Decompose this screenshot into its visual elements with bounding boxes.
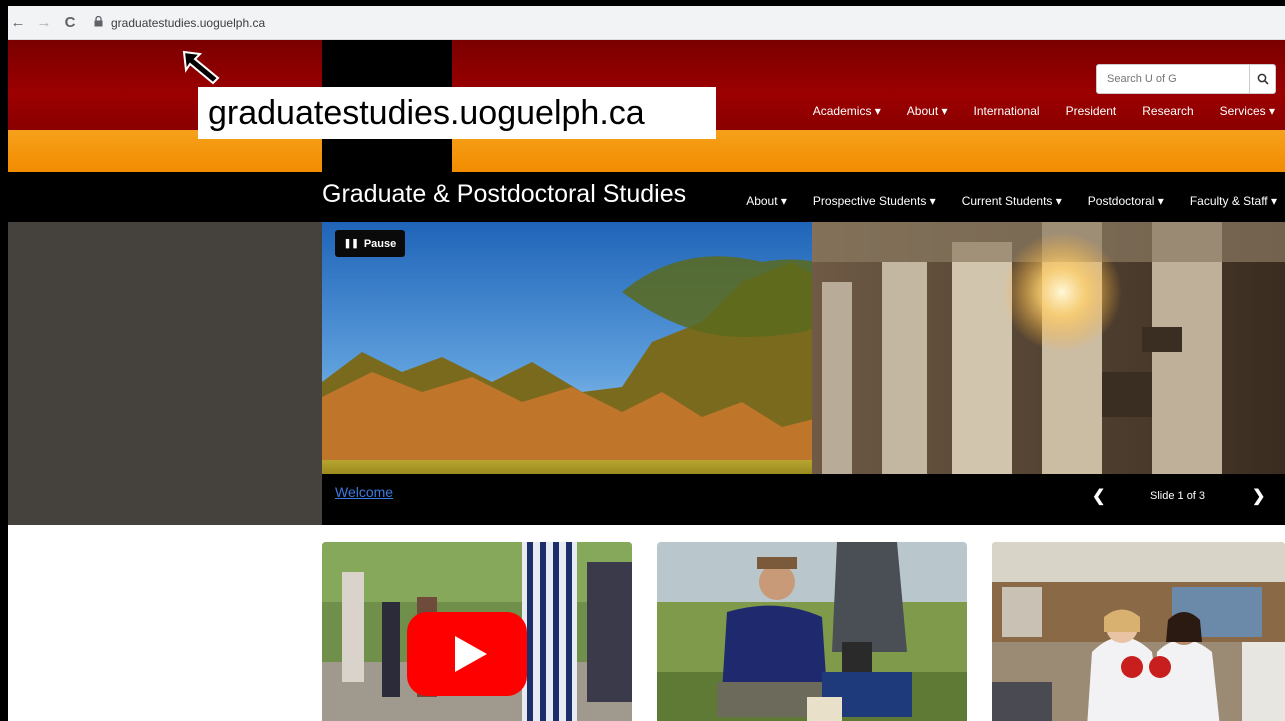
youtube-play-icon[interactable] [407,612,527,696]
annotation-arrow-icon [182,50,220,85]
address-bar-url[interactable]: graduatestudies.uoguelph.ca [111,16,265,30]
feature-card-lab-research[interactable] [992,542,1285,721]
carousel-next-icon[interactable]: ❯ [1252,486,1265,506]
site-nav-about[interactable]: About ▾ [746,194,787,208]
forward-icon[interactable]: → [34,14,54,31]
carousel-slide-counter: Slide 1 of 3 [1150,490,1206,502]
pause-icon: ❚❚ [343,238,359,248]
search-input[interactable] [1097,65,1249,93]
site-nav-faculty-staff[interactable]: Faculty & Staff ▾ [1190,194,1277,208]
reload-icon[interactable]: C [60,14,80,31]
pause-label: Pause [363,237,397,250]
feature-card-field-research[interactable] [657,542,967,721]
carousel-caption-bar: Welcome ❮ Slide 1 of 3 ❯ [322,474,1285,525]
nav-services[interactable]: Services ▾ [1220,104,1275,118]
magnifier-icon [1257,73,1269,85]
browser-toolbar: ← → C graduatestudies.uoguelph.ca [8,6,1285,40]
hero-side-panel [8,222,322,525]
carousel-caption-link[interactable]: Welcome [335,484,393,500]
carousel-pause-button[interactable]: ❚❚ Pause [335,230,405,257]
hero-carousel-image [322,222,1285,474]
site-nav: About ▾ Prospective Students ▾ Current S… [746,194,1277,208]
carousel-prev-icon[interactable]: ❮ [1092,486,1105,506]
nav-international[interactable]: International [974,104,1040,118]
site-nav-postdoctoral[interactable]: Postdoctoral ▾ [1088,194,1164,208]
university-nav: Academics ▾ About ▾ International Presid… [813,104,1275,118]
feature-card-video[interactable] [322,542,632,721]
nav-president[interactable]: President [1066,104,1117,118]
site-nav-current-students[interactable]: Current Students ▾ [962,194,1062,208]
search-box [1096,64,1276,94]
nav-about[interactable]: About ▾ [907,104,948,118]
back-icon[interactable]: ← [8,14,28,31]
site-title[interactable]: Graduate & Postdoctoral Studies [322,180,686,209]
browser-window: ← → C graduatestudies.uoguelph.ca Academ… [0,0,1285,721]
nav-research[interactable]: Research [1142,104,1193,118]
site-nav-prospective-students[interactable]: Prospective Students ▾ [813,194,936,208]
nav-academics[interactable]: Academics ▾ [813,104,881,118]
annotation-callout: graduatestudies.uoguelph.ca [198,87,716,139]
lock-icon [94,15,103,30]
search-button[interactable] [1249,65,1275,93]
